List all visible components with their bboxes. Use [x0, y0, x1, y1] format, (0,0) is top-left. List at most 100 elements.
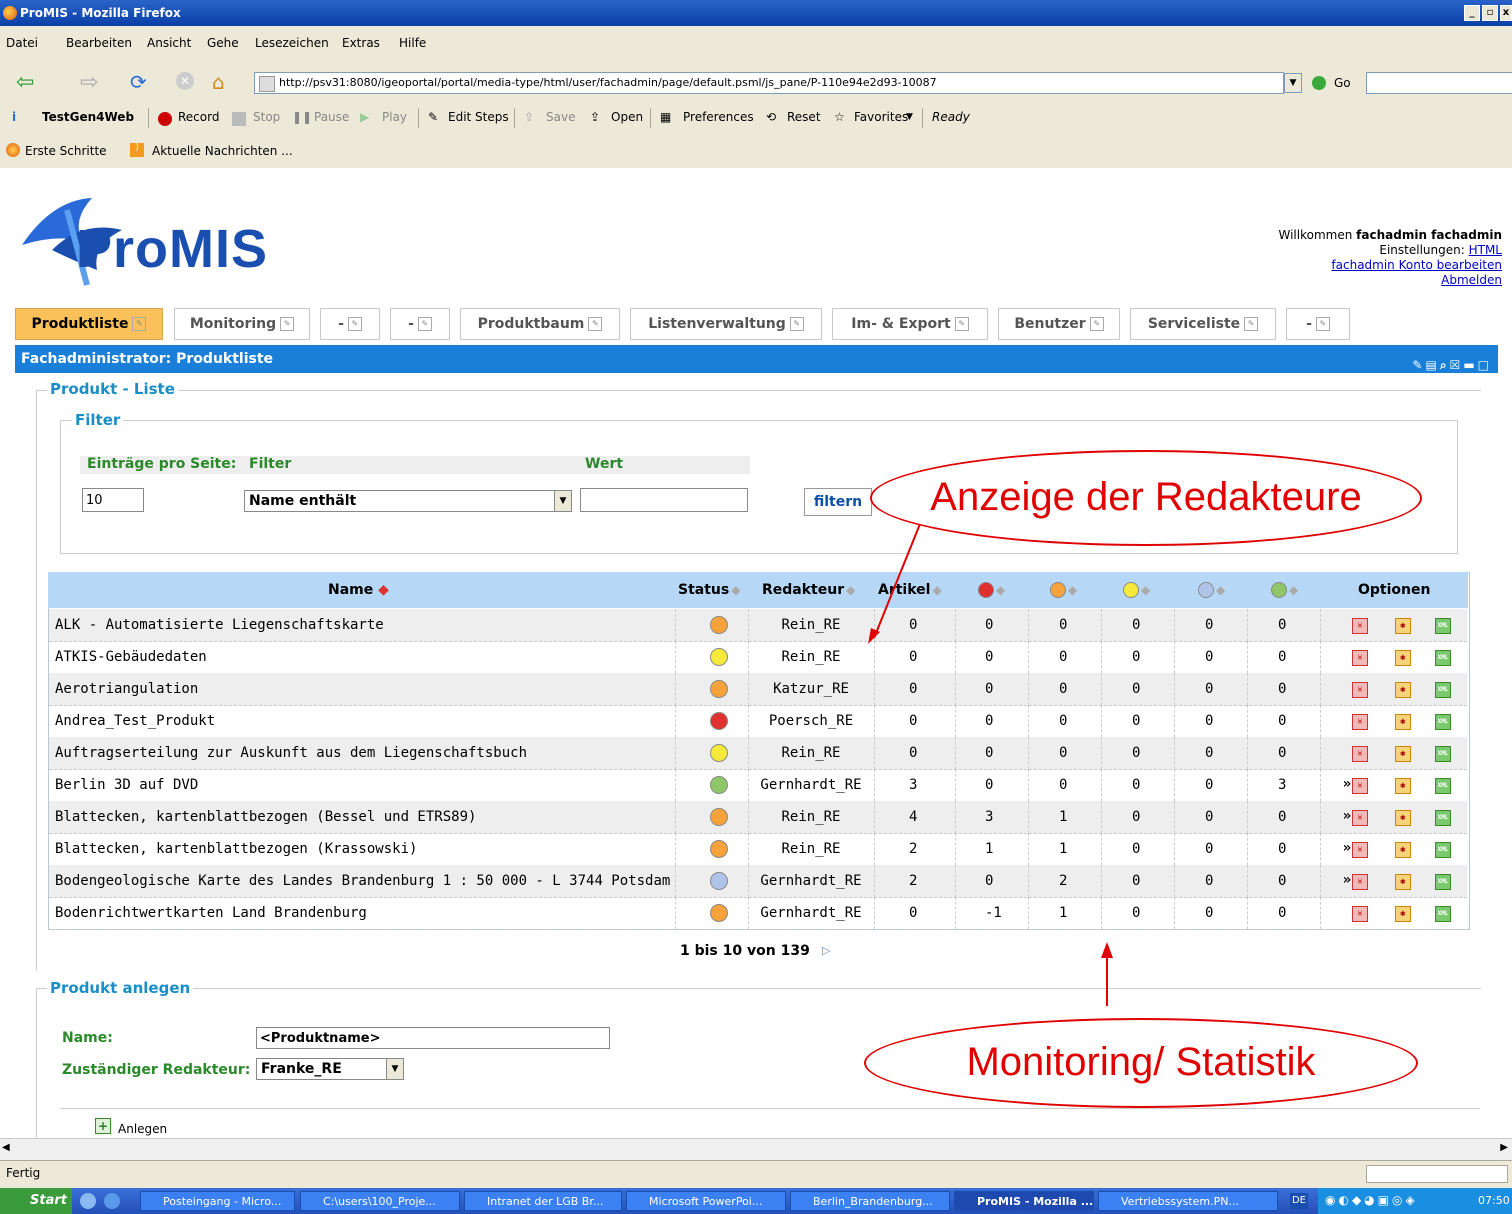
minimize-panel-icon[interactable]: ▬ [1463, 358, 1477, 372]
reload-icon[interactable]: ⟳ [130, 70, 147, 94]
col-orange[interactable]: ◆ [1050, 582, 1077, 598]
xml-export-icon[interactable]: XML [1435, 682, 1451, 698]
go-button[interactable]: Go [1334, 76, 1351, 90]
xml-export-icon[interactable]: XML [1435, 618, 1451, 634]
delete-icon[interactable]: ✕ [1352, 682, 1368, 698]
table-row[interactable]: Bodenrichtwertkarten Land Brandenburg Ger… [49, 897, 1467, 930]
logout-link[interactable]: Abmelden [1441, 273, 1502, 287]
record-button[interactable]: Record [178, 110, 219, 124]
delete-icon[interactable]: ✕ [1352, 746, 1368, 762]
col-green[interactable]: ◆ [1271, 582, 1298, 598]
bookmark-aktuelle-nachrichten[interactable]: Aktuelle Nachrichten ... [152, 144, 293, 158]
delete-icon[interactable]: ✕ [1352, 810, 1368, 826]
task-explorer[interactable]: C:\users\100_Proje... [300, 1191, 460, 1211]
reset-button[interactable]: Reset [787, 110, 821, 124]
zoom-icon[interactable]: ⌕ [1440, 358, 1450, 372]
task-vertrieb[interactable]: Vertriebssystem.PN... [1098, 1191, 1278, 1211]
delete-icon[interactable]: ✕ [1352, 874, 1368, 890]
stop-icon[interactable]: ✕ [176, 72, 194, 90]
add-button[interactable]: Anlegen [118, 1122, 167, 1136]
tab-placeholder-1[interactable]: - ✎ [320, 308, 380, 340]
quicklaunch-icon[interactable] [80, 1193, 96, 1209]
scroll-right-icon[interactable]: ▶ [1500, 1142, 1508, 1153]
table-row[interactable]: Bodengeologische Karte des Landes Brande… [49, 865, 1467, 898]
delete-icon[interactable]: ✕ [1352, 778, 1368, 794]
col-yellow[interactable]: ◆ [1123, 582, 1150, 598]
xml-export-icon[interactable]: XML [1435, 842, 1451, 858]
play-button[interactable]: Play [382, 110, 407, 124]
menu-hilfe[interactable]: Hilfe [399, 36, 426, 50]
col-blue[interactable]: ◆ [1198, 582, 1225, 598]
table-row[interactable]: ALK - Automatisierte Liegenschaftskarte R… [49, 609, 1467, 642]
tab-placeholder-3[interactable]: - ✎ [1286, 308, 1350, 340]
table-row[interactable]: Aerotriangulation Katzur_RE 0 0 0 0 0 0 ✕ ✱ XML [49, 673, 1467, 706]
close-icon[interactable]: x [1500, 5, 1512, 21]
edit-product-icon[interactable]: ✱ [1395, 714, 1411, 730]
favorites-dropdown-icon[interactable]: ▼ [906, 112, 913, 122]
settings-html-link[interactable]: HTML [1469, 243, 1502, 257]
tab-serviceliste[interactable]: Serviceliste ✎ [1130, 308, 1276, 340]
tab-benutzer[interactable]: Benutzer ✎ [998, 308, 1120, 340]
task-promis[interactable]: ProMIS - Mozilla ... [954, 1191, 1094, 1211]
table-row[interactable]: Andrea_Test_Produkt Poersch_RE 0 0 0 0 0 0 ✕ ✱ XML [49, 705, 1467, 738]
filter-select[interactable]: Name enthält ▼ [244, 490, 572, 512]
menu-extras[interactable]: Extras [342, 36, 380, 50]
close-panel-icon[interactable]: ☒ [1450, 358, 1464, 372]
xml-export-icon[interactable]: XML [1435, 650, 1451, 666]
horizontal-scrollbar[interactable]: ◀ ▶ [0, 1138, 1512, 1161]
tab-produktbaum[interactable]: Produktbaum ✎ [460, 308, 620, 340]
delete-icon[interactable]: ✕ [1352, 842, 1368, 858]
table-row[interactable]: ATKIS-Gebäudedaten Rein_RE 0 0 0 0 0 0 ✕ ✱ XML [49, 641, 1467, 674]
task-powerpoint[interactable]: Microsoft PowerPoi... [626, 1191, 786, 1211]
print-icon[interactable]: ▤ [1425, 358, 1439, 372]
add-icon[interactable]: + [95, 1118, 111, 1134]
table-row[interactable]: Blattecken, kartenblattbezogen (Krassows… [49, 833, 1467, 866]
tab-produktliste[interactable]: Produktliste ✎ [15, 308, 163, 340]
edit-product-icon[interactable]: ✱ [1395, 682, 1411, 698]
xml-export-icon[interactable]: XML [1435, 810, 1451, 826]
minimize-icon[interactable]: _ [1464, 5, 1480, 21]
value-input[interactable] [580, 488, 748, 512]
tab-listenverwaltung[interactable]: Listenverwaltung ✎ [630, 308, 822, 340]
home-icon[interactable]: ⌂ [212, 70, 225, 94]
edit-product-icon[interactable]: ✱ [1395, 618, 1411, 634]
col-name[interactable]: Name ◆ [328, 582, 389, 598]
edit-steps-button[interactable]: Edit Steps [448, 110, 509, 124]
edit-product-icon[interactable]: ✱ [1395, 906, 1411, 922]
url-dropdown-icon[interactable]: ▼ [1284, 73, 1302, 93]
next-page-icon[interactable]: ▷ [822, 944, 830, 957]
language-indicator[interactable]: DE [1290, 1193, 1308, 1209]
tab-im-export[interactable]: Im- & Export ✎ [832, 308, 988, 340]
start-button[interactable]: Start [0, 1188, 72, 1214]
favorites-button[interactable]: Favorites [854, 110, 908, 124]
filter-button[interactable]: filtern [804, 488, 872, 516]
tab-monitoring[interactable]: Monitoring ✎ [174, 308, 310, 340]
delete-icon[interactable]: ✕ [1352, 906, 1368, 922]
preferences-button[interactable]: Preferences [683, 110, 754, 124]
bookmark-erste-schritte[interactable]: Erste Schritte [25, 144, 107, 158]
xml-export-icon[interactable]: XML [1435, 778, 1451, 794]
task-intranet[interactable]: Intranet der LGB Br... [464, 1191, 622, 1211]
edit-product-icon[interactable]: ✱ [1395, 778, 1411, 794]
xml-export-icon[interactable]: XML [1435, 906, 1451, 922]
task-outlook[interactable]: Posteingang - Micro... [140, 1191, 295, 1211]
col-editor[interactable]: Redakteur ◆ [762, 582, 855, 598]
edit-product-icon[interactable]: ✱ [1395, 874, 1411, 890]
search-input[interactable] [1366, 72, 1512, 94]
menu-lesezeichen[interactable]: Lesezeichen [255, 36, 329, 50]
forward-icon[interactable]: ⇨ [80, 70, 98, 95]
pause-button[interactable]: Pause [314, 110, 349, 124]
delete-icon[interactable]: ✕ [1352, 650, 1368, 666]
maximize-panel-icon[interactable]: □ [1478, 358, 1492, 372]
scroll-left-icon[interactable]: ◀ [2, 1142, 10, 1153]
delete-icon[interactable]: ✕ [1352, 714, 1368, 730]
maximize-icon[interactable]: ▫ [1482, 5, 1498, 21]
edit-product-icon[interactable]: ✱ [1395, 746, 1411, 762]
open-button[interactable]: Open [611, 110, 643, 124]
table-row[interactable]: Blattecken, kartenblattbezogen (Bessel u… [49, 801, 1467, 834]
table-row[interactable]: Berlin 3D auf DVD Gernhardt_RE 3 0 0 0 0 3» ✕ ✱ XM… [49, 769, 1467, 802]
edit-product-icon[interactable]: ✱ [1395, 810, 1411, 826]
url-input[interactable]: http://psv31:8080/igeoportal/portal/medi… [254, 72, 1284, 94]
col-status[interactable]: Status ◆ [678, 582, 740, 598]
editor-select[interactable]: Franke_RE ▼ [256, 1058, 404, 1080]
